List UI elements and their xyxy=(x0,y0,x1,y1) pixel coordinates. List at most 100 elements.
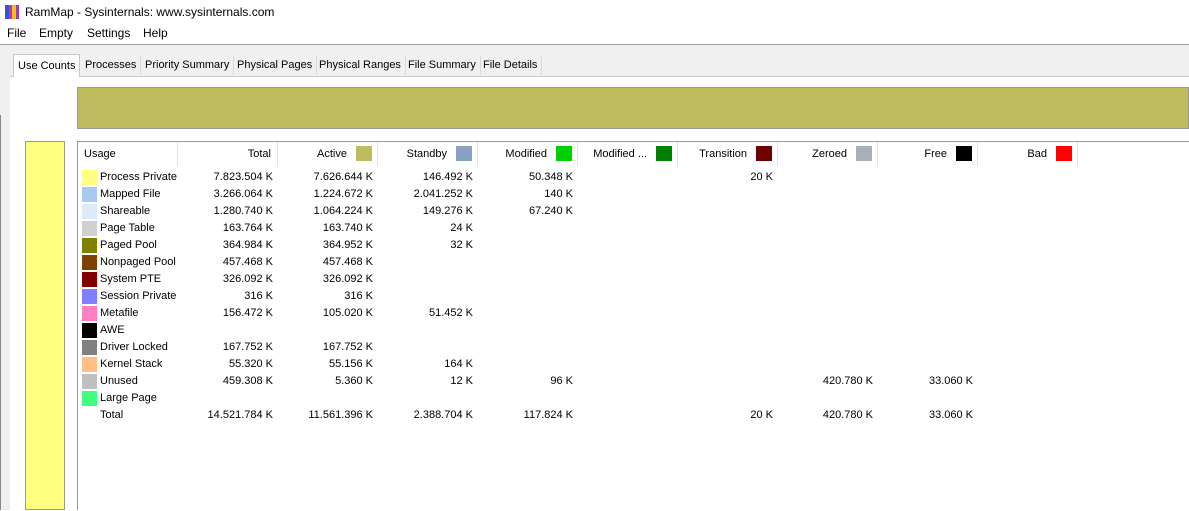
row-value-cell: 7.626.644 K xyxy=(313,171,373,183)
column-header-active[interactable]: Active xyxy=(278,142,378,166)
row-value-cell: 163.764 K xyxy=(222,222,273,234)
row-usage-label: Total xyxy=(100,409,124,421)
row-value-cell: 51.452 K xyxy=(428,307,473,319)
column-header-label: Standby xyxy=(406,148,447,160)
column-header-label: Active xyxy=(317,148,347,160)
table-row[interactable]: System PTE 326.092 K 326.092 K xyxy=(78,271,1078,288)
column-header-zeroed[interactable]: Zeroed xyxy=(778,142,878,166)
column-header-standby[interactable]: Standby xyxy=(378,142,478,166)
row-value-cell: 316 K xyxy=(344,290,373,302)
table-row[interactable]: Driver Locked 167.752 K 167.752 K xyxy=(78,339,1078,356)
table-row[interactable]: Metafile 156.472 K 105.020 K 51.452 K xyxy=(78,305,1078,322)
column-header-label: Free xyxy=(924,148,947,160)
column-header-bad[interactable]: Bad xyxy=(978,142,1078,166)
row-value-cell: 14.521.784 K xyxy=(207,409,273,421)
usage-vertical-bar xyxy=(25,141,65,510)
row-value-cell: 24 K xyxy=(450,222,473,234)
row-color-swatch xyxy=(82,272,97,287)
row-value-cell: 1.224.672 K xyxy=(313,188,373,200)
table-row[interactable]: Nonpaged Pool 457.468 K 457.468 K xyxy=(78,254,1078,271)
usage-horizontal-bar xyxy=(77,87,1189,129)
table-row[interactable]: Total 14.521.784 K 11.561.396 K 2.388.704 K… xyxy=(78,407,1078,424)
column-header-modified[interactable]: Modified xyxy=(478,142,578,166)
column-color-swatch xyxy=(356,146,372,161)
column-header-label: Usage xyxy=(84,148,116,160)
row-value-cell: 20 K xyxy=(750,171,773,183)
usage-table: Usage Total Active Standby Modified Modified … xyxy=(77,141,1189,510)
column-header-total[interactable]: Total xyxy=(178,142,278,166)
column-color-swatch xyxy=(956,146,972,161)
row-value-cell: 67.240 K xyxy=(528,205,573,217)
menu-bar: File Empty Settings Help xyxy=(0,25,1189,44)
tab-use-counts[interactable]: Use Counts xyxy=(13,54,81,77)
row-usage-label: Process Private xyxy=(100,171,178,183)
row-color-swatch xyxy=(82,289,97,304)
row-value-cell: 2.041.252 K xyxy=(413,188,473,200)
menu-empty[interactable]: Empty xyxy=(37,26,75,40)
tab-processes[interactable]: Processes xyxy=(81,56,142,75)
row-usage-label: Metafile xyxy=(100,307,139,319)
table-row[interactable]: Process Private 7.823.504 K 7.626.644 K 146… xyxy=(78,169,1078,186)
row-value-cell: 105.020 K xyxy=(322,307,373,319)
row-value-cell: 1.064.224 K xyxy=(313,205,373,217)
row-value-cell: 12 K xyxy=(450,375,473,387)
row-value-cell: 146.492 K xyxy=(422,171,473,183)
column-header-usage[interactable]: Usage xyxy=(78,142,178,166)
row-usage-label: Kernel Stack xyxy=(100,358,163,370)
row-usage-label: AWE xyxy=(100,324,125,336)
row-value-cell: 2.388.704 K xyxy=(413,409,473,421)
tab-physical-ranges[interactable]: Physical Ranges xyxy=(315,56,406,75)
row-value-cell: 457.468 K xyxy=(222,256,273,268)
row-usage-label: Nonpaged Pool xyxy=(100,256,176,268)
row-value-cell: 20 K xyxy=(750,409,773,421)
row-value-cell: 326.092 K xyxy=(322,273,373,285)
column-header-label: Modified ... xyxy=(593,148,647,160)
column-color-swatch xyxy=(656,146,672,161)
column-header-transition[interactable]: Transition xyxy=(678,142,778,166)
column-color-swatch xyxy=(556,146,572,161)
column-header-label: Transition xyxy=(699,148,747,160)
row-usage-label: Session Private xyxy=(100,290,177,302)
table-row[interactable]: AWE xyxy=(78,322,1078,339)
table-row[interactable]: Mapped File 3.266.064 K 1.224.672 K 2.041.2… xyxy=(78,186,1078,203)
column-header-modified[interactable]: Modified ... xyxy=(578,142,678,166)
column-header-free[interactable]: Free xyxy=(878,142,978,166)
menu-file[interactable]: File xyxy=(5,26,28,40)
row-color-swatch xyxy=(82,357,97,372)
table-row[interactable]: Page Table 163.764 K 163.740 K 24 K xyxy=(78,220,1078,237)
tab-file-details[interactable]: File Details xyxy=(479,56,543,75)
rammap-app-icon xyxy=(5,5,19,19)
table-row[interactable]: Session Private 316 K 316 K xyxy=(78,288,1078,305)
table-row[interactable]: Shareable 1.280.740 K 1.064.224 K 149.276 K… xyxy=(78,203,1078,220)
title-bar: RamMap - Sysinternals: www.sysinternals.… xyxy=(0,0,1189,25)
row-value-cell: 167.752 K xyxy=(222,341,273,353)
row-value-cell: 163.740 K xyxy=(322,222,373,234)
tab-file-summary[interactable]: File Summary xyxy=(404,56,481,75)
row-value-cell: 11.561.396 K xyxy=(308,409,373,421)
window-title: RamMap - Sysinternals: www.sysinternals.… xyxy=(25,5,275,19)
row-value-cell: 459.308 K xyxy=(222,375,273,387)
tab-priority-summary[interactable]: Priority Summary xyxy=(141,56,235,75)
row-color-swatch xyxy=(82,391,97,406)
table-row[interactable]: Paged Pool 364.984 K 364.952 K 32 K xyxy=(78,237,1078,254)
row-usage-label: Shareable xyxy=(100,205,151,217)
row-value-cell: 457.468 K xyxy=(322,256,373,268)
row-usage-label: Unused xyxy=(100,375,138,387)
row-color-swatch xyxy=(82,204,97,219)
table-row[interactable]: Kernel Stack 55.320 K 55.156 K 164 K xyxy=(78,356,1078,373)
row-color-swatch xyxy=(82,170,97,185)
row-value-cell: 326.092 K xyxy=(222,273,273,285)
tab-physical-pages[interactable]: Physical Pages xyxy=(233,56,318,75)
row-value-cell: 364.952 K xyxy=(322,239,373,251)
row-value-cell: 50.348 K xyxy=(528,171,573,183)
menu-settings[interactable]: Settings xyxy=(85,26,132,40)
row-usage-label: Mapped File xyxy=(100,188,161,200)
row-value-cell: 420.780 K xyxy=(822,375,873,387)
menu-help[interactable]: Help xyxy=(141,26,170,40)
column-color-swatch xyxy=(456,146,472,161)
row-value-cell: 140 K xyxy=(544,188,573,200)
row-usage-label: Large Page xyxy=(100,392,157,404)
column-color-swatch xyxy=(856,146,872,161)
table-row[interactable]: Unused 459.308 K 5.360 K 12 K 96 K 420.780 K 3… xyxy=(78,373,1078,390)
table-row[interactable]: Large Page xyxy=(78,390,1078,407)
